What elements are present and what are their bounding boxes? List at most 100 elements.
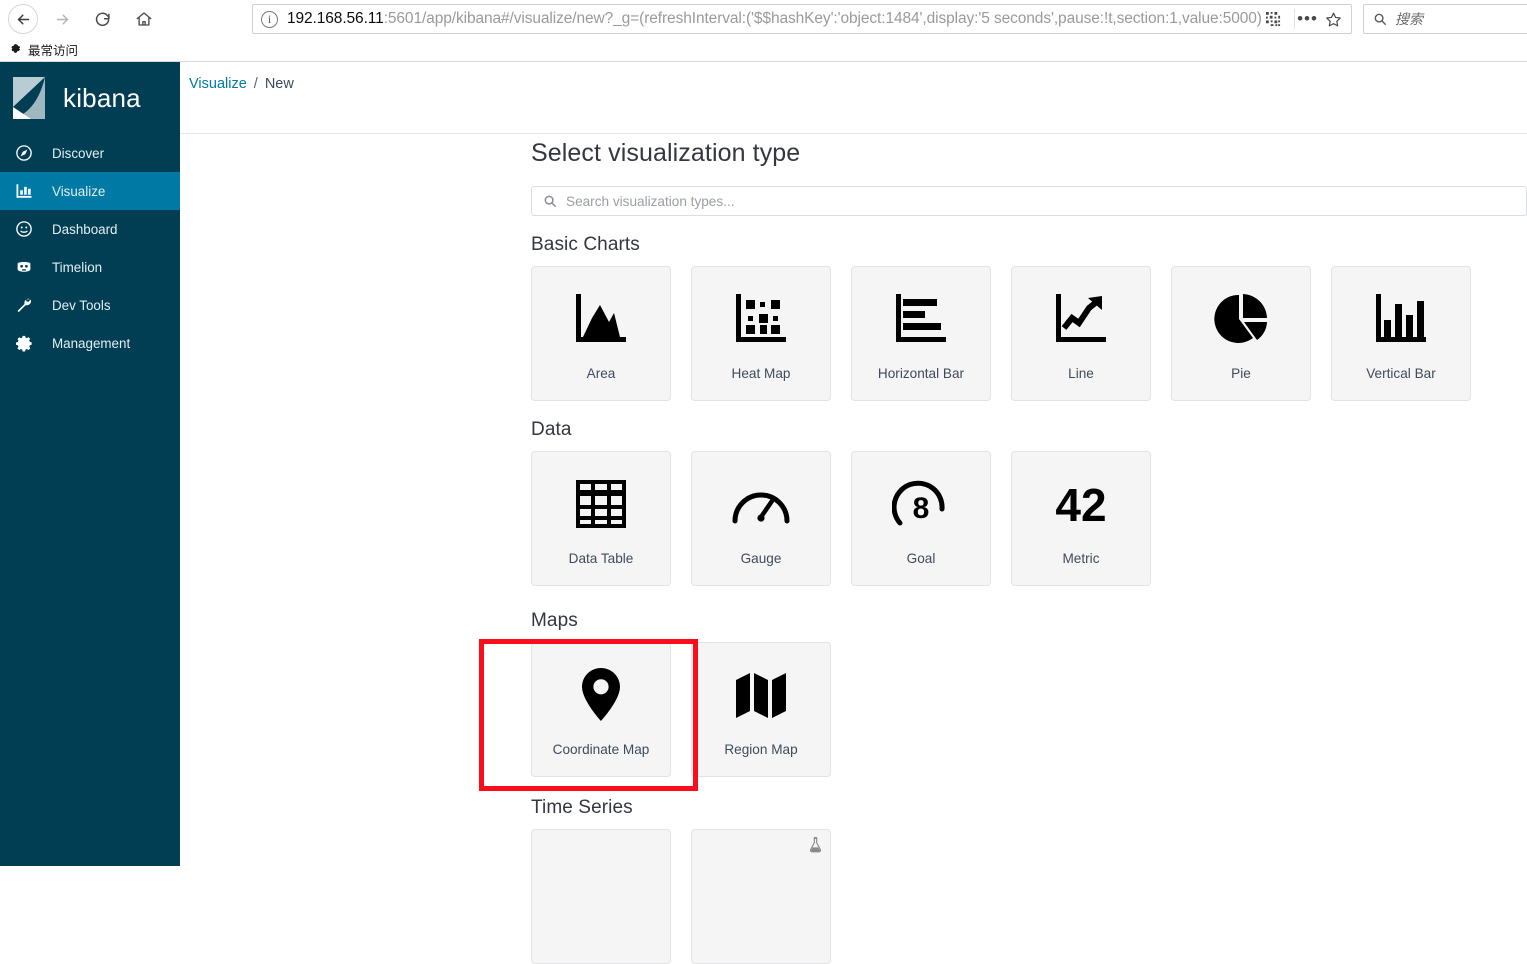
breadcrumb: Visualize / New <box>180 62 1527 106</box>
tile-row: Data Table Gauge 8 Goal 42 Metric <box>531 451 1527 586</box>
heat-map-icon <box>732 288 790 350</box>
group-data: Data Data Table Gauge 8 Goal 42 Metric <box>531 419 1527 586</box>
breadcrumb-link-visualize[interactable]: Visualize <box>189 76 247 92</box>
group-title: Data <box>531 419 572 440</box>
map-marker-icon <box>577 664 625 726</box>
viz-type-label: Data Table <box>568 551 634 566</box>
address-bar[interactable]: i 192.168.56.11:5601/app/kibana#/visuali… <box>252 4 1352 34</box>
site-info-icon[interactable]: i <box>261 10 278 28</box>
sidebar-item-management[interactable]: Management <box>0 324 180 362</box>
metric-icon-value: 42 <box>1055 479 1106 529</box>
group-maps: Maps Coordinate Map Region Map <box>531 610 1527 777</box>
bookmark-label: 最常访问 <box>28 44 79 58</box>
kibana-wordmark: kibana <box>63 82 141 113</box>
viz-type-label: Goal <box>906 551 936 566</box>
main-content: Visualize / New Select visualization typ… <box>180 62 1527 964</box>
bar-chart-icon <box>14 181 34 201</box>
viz-type-timeseries-1[interactable] <box>531 829 671 964</box>
kibana-logo-icon <box>11 77 51 119</box>
viz-type-label: Region Map <box>724 742 798 757</box>
bookmark-star-icon[interactable] <box>1320 9 1346 29</box>
address-bar-actions: ••• <box>1262 4 1352 34</box>
viz-type-vertical-bar[interactable]: Vertical Bar <box>1331 266 1471 401</box>
most-visited-icon <box>9 42 22 58</box>
metric-icon: 42 <box>1046 473 1116 535</box>
reload-button[interactable] <box>87 4 117 34</box>
url-text: 192.168.56.11:5601/app/kibana#/visualize… <box>287 10 1351 28</box>
search-icon <box>543 194 557 208</box>
bookmarks-bar: 最常访问 <box>0 38 1527 61</box>
page-title: Select visualization type <box>531 139 801 167</box>
viz-type-label: Metric <box>1062 551 1100 566</box>
back-button[interactable] <box>8 4 38 34</box>
sidebar-item-label: Visualize <box>52 183 106 199</box>
header-divider <box>180 133 1527 134</box>
viz-type-label: Horizontal Bar <box>877 366 965 381</box>
address-bar-container: i 192.168.56.11:5601/app/kibana#/visuali… <box>252 4 1352 34</box>
reader-view-icon[interactable] <box>1262 9 1284 29</box>
viz-type-label: Pie <box>1231 366 1251 381</box>
viz-type-horizontal-bar[interactable]: Horizontal Bar <box>851 266 991 401</box>
home-button[interactable] <box>129 4 159 34</box>
sidebar-item-visualize[interactable]: Visualize <box>0 172 180 210</box>
sidebar-item-dashboard[interactable]: Dashboard <box>0 210 180 248</box>
browser-search-placeholder: 搜索 <box>1395 11 1423 27</box>
dashboard-icon <box>14 219 34 239</box>
group-basic-charts: Basic Charts Area Heat Map Horizontal Ba… <box>531 234 1527 401</box>
browser-search-box[interactable]: 搜索 <box>1363 4 1527 34</box>
url-host: 192.168.56.11 <box>287 10 384 27</box>
sidebar-item-timelion[interactable]: Timelion <box>0 248 180 286</box>
sidebar-item-label: Dashboard <box>52 221 118 237</box>
sidebar-item-discover[interactable]: Discover <box>0 134 180 172</box>
kibana-brand[interactable]: kibana <box>0 62 180 134</box>
sidebar-item-label: Discover <box>52 145 105 161</box>
gauge-icon <box>731 473 791 535</box>
viz-type-area[interactable]: Area <box>531 266 671 401</box>
search-visualization-types-input[interactable]: Search visualization types... <box>531 186 1527 216</box>
viz-type-goal[interactable]: 8 Goal <box>851 451 991 586</box>
table-grid-icon <box>574 473 628 535</box>
forward-button[interactable] <box>47 4 77 34</box>
group-title: Basic Charts <box>531 234 640 255</box>
viz-type-heat-map[interactable]: Heat Map <box>691 266 831 401</box>
viz-type-label: Line <box>1068 366 1094 381</box>
visualization-type-wizard: Select visualization type Search visuali… <box>531 139 1527 964</box>
line-chart-icon <box>1052 288 1110 350</box>
viz-type-timeseries-2[interactable] <box>691 829 831 964</box>
sidebar-item-label: Dev Tools <box>52 297 111 313</box>
tile-row <box>531 829 1527 964</box>
goal-icon: 8 <box>892 473 950 535</box>
viz-type-pie[interactable]: Pie <box>1171 266 1311 401</box>
group-title: Maps <box>531 610 578 631</box>
wrench-icon <box>14 295 34 315</box>
timelion-icon <box>14 257 34 277</box>
gear-icon <box>14 333 34 353</box>
sidebar-item-dev-tools[interactable]: Dev Tools <box>0 286 180 324</box>
compass-icon <box>14 143 34 163</box>
horizontal-bar-icon <box>892 288 950 350</box>
kibana-application: kibana Discover Visualize Dashboard Time… <box>0 62 1527 964</box>
viz-type-line[interactable]: Line <box>1011 266 1151 401</box>
breadcrumb-current-new: New <box>264 76 294 92</box>
search-placeholder: Search visualization types... <box>566 193 735 209</box>
viz-type-region-map[interactable]: Region Map <box>691 642 831 777</box>
vertical-bar-icon <box>1372 288 1430 350</box>
url-path: :5601/app/kibana#/visualize/new?_g=(refr… <box>383 10 1262 27</box>
pie-chart-icon <box>1213 288 1269 350</box>
flask-icon <box>808 836 823 858</box>
sidebar-item-label: Management <box>52 335 131 351</box>
viz-type-data-table[interactable]: Data Table <box>531 451 671 586</box>
viz-type-metric[interactable]: 42 Metric <box>1011 451 1151 586</box>
viz-type-gauge[interactable]: Gauge <box>691 451 831 586</box>
viz-type-label: Heat Map <box>731 366 791 381</box>
browser-chrome: i 192.168.56.11:5601/app/kibana#/visuali… <box>0 0 1527 62</box>
viz-type-label: Gauge <box>740 551 782 566</box>
viz-type-coordinate-map[interactable]: Coordinate Map <box>531 642 671 777</box>
page-actions-menu-icon[interactable]: ••• <box>1294 9 1320 29</box>
global-nav-sidebar: kibana Discover Visualize Dashboard Time… <box>0 62 180 866</box>
bookmark-most-visited[interactable]: 最常访问 <box>9 40 78 59</box>
goal-icon-value: 8 <box>913 492 930 525</box>
sidebar-item-label: Timelion <box>52 259 103 275</box>
group-title: Time Series <box>531 797 633 818</box>
group-time-series: Time Series <box>531 797 1527 964</box>
